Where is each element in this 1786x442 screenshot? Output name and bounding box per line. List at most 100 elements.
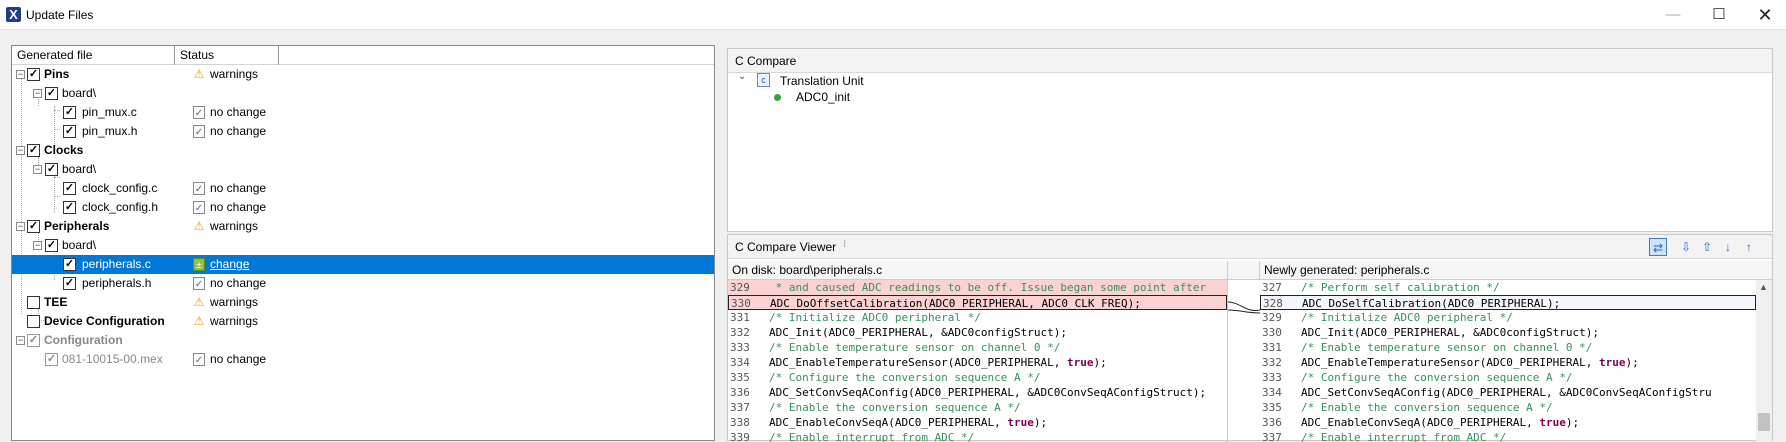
change-link[interactable]: change <box>210 257 249 271</box>
board-checkbox[interactable]: ✓ <box>45 163 58 176</box>
tree-row-peripherals[interactable]: − ✓ Peripherals ⚠ warnings <box>12 217 714 236</box>
collapse-icon[interactable]: − <box>16 70 25 79</box>
two-way-compare-icon[interactable]: ⇄ <box>1649 238 1667 256</box>
scroll-thumb[interactable] <box>1758 413 1770 431</box>
function-label[interactable]: ADC0_init <box>796 90 850 104</box>
function-icon <box>774 94 781 101</box>
column-header-generated-file[interactable]: Generated file <box>12 46 175 65</box>
warning-icon: ⚠ <box>193 67 205 81</box>
code-line: 337/* Enable the conversion sequence A *… <box>730 401 1021 414</box>
drag-handle-icon[interactable]: ⁝ <box>843 239 846 250</box>
code-line: 329 * and caused ADC readings to be off.… <box>728 280 1227 295</box>
no-change-icon: ✓ <box>193 277 205 290</box>
tree-label: board\ <box>62 86 97 100</box>
tree-row-pins-board[interactable]: − ✓ board\ <box>12 84 714 103</box>
tree-label: peripherals.c <box>82 257 151 271</box>
file-checkbox[interactable]: ✓ <box>63 201 76 214</box>
code-line: 334 ADC_EnableTemperatureSensor(ADC0_PERI… <box>730 356 1107 369</box>
vertical-scrollbar[interactable]: ▲ <box>1756 280 1772 442</box>
translation-unit-label[interactable]: Translation Unit <box>780 74 864 88</box>
configuration-checkbox: ✓ <box>27 334 40 347</box>
file-checkbox[interactable]: ✓ <box>63 182 76 195</box>
viewer-title: C Compare Viewer <box>735 240 837 254</box>
tree-row-peripherals-board[interactable]: − ✓ board\ <box>12 236 714 255</box>
tree-row-pin-mux-c[interactable]: ✓ pin_mux.c ✓ no change <box>12 103 714 122</box>
collapse-icon[interactable]: − <box>16 336 25 345</box>
tree-row-clock-config-c[interactable]: ✓ clock_config.c ✓ no change <box>12 179 714 198</box>
status-text: no change <box>210 124 267 138</box>
code-line: 334 ADC_SetConvSeqAConfig(ADC0_PERIPHERAL… <box>1262 386 1712 399</box>
title-bar: X Update Files — ☐ ✕ <box>0 0 1786 30</box>
right-code-pane[interactable]: 327/* Perform self calibration */ 328 ADC… <box>1260 280 1756 442</box>
file-checkbox[interactable]: ✓ <box>63 258 76 271</box>
tree-header: Generated file Status <box>12 46 714 65</box>
app-icon: X <box>6 7 21 22</box>
code-line: 330 ADC_Init(ADC0_PERIPHERAL, &ADC0config… <box>1262 326 1600 339</box>
board-checkbox[interactable]: ✓ <box>45 239 58 252</box>
next-difference-icon[interactable]: ⇩ <box>1677 238 1695 256</box>
pins-checkbox[interactable]: ✓ <box>27 68 40 81</box>
status-text: no change <box>210 276 267 290</box>
code-line: 333/* Configure the conversion sequence … <box>1262 371 1573 384</box>
collapse-icon[interactable]: − <box>33 165 42 174</box>
tree-row-clocks-board[interactable]: − ✓ board\ <box>12 160 714 179</box>
tree-row-peripherals-c[interactable]: ✓ peripherals.c ± change <box>12 255 714 274</box>
code-line: 333/* Enable temperature sensor on chann… <box>730 341 1061 354</box>
previous-change-icon[interactable]: ↑ <box>1740 238 1758 256</box>
status-text: no change <box>210 200 267 214</box>
tree-row-device-configuration[interactable]: Device Configuration ⚠ warnings <box>12 312 714 331</box>
tree-label: TEE <box>44 295 68 309</box>
device-configuration-checkbox[interactable] <box>27 315 40 328</box>
left-code-pane[interactable]: 329 * and caused ADC readings to be off.… <box>728 280 1228 442</box>
tree-row-pin-mux-h[interactable]: ✓ pin_mux.h ✓ no change <box>12 122 714 141</box>
tree-row-mex-file[interactable]: ✓ 081-10015-00.mex ✓ no change <box>12 350 714 369</box>
tree-label: pin_mux.h <box>82 124 138 138</box>
code-line: 337/* Enable interrupt from ADC */ <box>1262 431 1507 442</box>
tree-label: Clocks <box>44 143 84 157</box>
tree-row-tee[interactable]: TEE ⚠ warnings <box>12 293 714 312</box>
chevron-down-icon[interactable]: ⌄ <box>738 71 746 82</box>
minimize-button[interactable]: — <box>1650 0 1696 30</box>
left-pane-header: On disk: board\peripherals.c <box>728 261 1228 280</box>
file-checkbox[interactable]: ✓ <box>63 106 76 119</box>
c-compare-panel: C Compare ⌄ c Translation Unit ADC0_init <box>727 48 1773 232</box>
tree-row-clock-config-h[interactable]: ✓ clock_config.h ✓ no change <box>12 198 714 217</box>
tee-checkbox[interactable] <box>27 296 40 309</box>
no-change-icon: ✓ <box>193 125 205 138</box>
collapse-icon[interactable]: − <box>16 146 25 155</box>
column-header-status[interactable]: Status <box>175 46 279 65</box>
tree-label: Pins <box>44 67 70 81</box>
tree-row-peripherals-h[interactable]: ✓ peripherals.h ✓ no change <box>12 274 714 293</box>
peripherals-checkbox[interactable]: ✓ <box>27 220 40 233</box>
status-text: warnings <box>210 67 259 81</box>
close-button[interactable]: ✕ <box>1742 0 1786 30</box>
tree-row-pins[interactable]: − ✓ Pins ⚠ warnings <box>12 65 714 84</box>
code-line: 332 ADC_Init(ADC0_PERIPHERAL, &ADC0config… <box>730 326 1068 339</box>
collapse-icon[interactable]: − <box>16 222 25 231</box>
previous-difference-icon[interactable]: ⇧ <box>1698 238 1716 256</box>
tree-label: board\ <box>62 162 97 176</box>
file-checkbox[interactable]: ✓ <box>63 125 76 138</box>
status-text: warnings <box>210 314 259 328</box>
file-checkbox[interactable]: ✓ <box>63 277 76 290</box>
warning-icon: ⚠ <box>193 295 205 309</box>
collapse-icon[interactable]: − <box>33 241 42 250</box>
no-change-icon: ✓ <box>193 353 205 366</box>
tree-label: Peripherals <box>44 219 110 233</box>
next-change-icon[interactable]: ↓ <box>1719 238 1737 256</box>
board-checkbox[interactable]: ✓ <box>45 87 58 100</box>
maximize-button[interactable]: ☐ <box>1696 0 1742 30</box>
generated-files-tree[interactable]: Generated file Status − ✓ Pins ⚠ warning… <box>11 45 715 441</box>
tree-label: Device Configuration <box>44 314 165 328</box>
status-text: no change <box>210 105 267 119</box>
status-text: warnings <box>210 219 259 233</box>
tree-row-clocks[interactable]: − ✓ Clocks <box>12 141 714 160</box>
code-line: 336 ADC_EnableConvSeqA(ADC0_PERIPHERAL, t… <box>1262 416 1580 429</box>
scroll-up-icon[interactable]: ▲ <box>1759 282 1768 292</box>
center-gutter-header <box>1228 261 1260 280</box>
c-compare-viewer-panel: C Compare Viewer ⁝ ⇄ ⇩ ⇧ ↓ ↑ On disk: bo… <box>727 234 1773 442</box>
pane-splitter[interactable] <box>716 45 722 441</box>
clocks-checkbox[interactable]: ✓ <box>27 144 40 157</box>
tree-row-configuration[interactable]: − ✓ Configuration <box>12 331 714 350</box>
collapse-icon[interactable]: − <box>33 89 42 98</box>
